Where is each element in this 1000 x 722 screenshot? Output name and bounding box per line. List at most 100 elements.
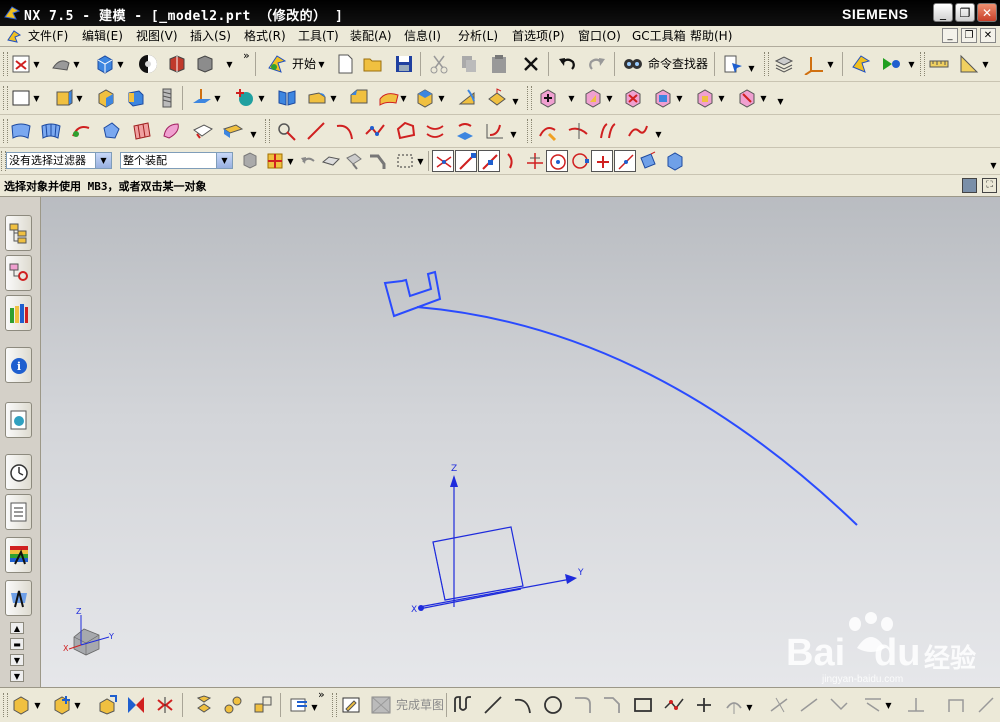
fit-view-icon[interactable]: ⛶ bbox=[982, 178, 997, 193]
orient-view-icon[interactable] bbox=[137, 53, 159, 75]
chevron-down-icon[interactable]: ▼ bbox=[330, 87, 337, 109]
thread-icon[interactable] bbox=[156, 87, 178, 109]
command-finder-label[interactable]: 命令查找器 bbox=[648, 53, 708, 75]
scroll-up-button[interactable]: ▲ bbox=[10, 622, 24, 634]
delete-face-icon[interactable] bbox=[622, 87, 644, 109]
move-component-icon[interactable] bbox=[96, 694, 118, 716]
constraint-navigator-tab[interactable] bbox=[5, 255, 32, 291]
section-view-icon[interactable] bbox=[166, 53, 188, 75]
thicken-icon[interactable] bbox=[222, 120, 244, 142]
profile-icon[interactable] bbox=[452, 694, 474, 716]
part-navigator-tab[interactable] bbox=[5, 295, 32, 331]
through-curves-icon[interactable] bbox=[10, 120, 32, 142]
chevron-down-icon[interactable]: ▼ bbox=[34, 694, 41, 716]
line-icon[interactable] bbox=[305, 120, 327, 142]
chevron-down-icon[interactable]: ▼ bbox=[400, 87, 407, 109]
toolbar-overflow-icon[interactable]: ▼ bbox=[990, 154, 997, 176]
new-part-icon[interactable] bbox=[10, 53, 32, 75]
roles-tab[interactable] bbox=[5, 580, 32, 616]
cut-icon[interactable] bbox=[428, 53, 450, 75]
copy-icon[interactable] bbox=[458, 53, 480, 75]
render-style-icon[interactable] bbox=[50, 53, 72, 75]
selection-scope-dropdown[interactable]: 整个装配 ▼ bbox=[120, 152, 233, 169]
edge-blend-icon[interactable] bbox=[306, 87, 328, 109]
feature-playback-icon[interactable] bbox=[850, 53, 872, 75]
make-corner-icon[interactable] bbox=[828, 694, 850, 716]
filter-settings-icon[interactable] bbox=[239, 150, 261, 172]
undo-icon[interactable] bbox=[556, 53, 578, 75]
menu-analysis[interactable]: 分析(L) bbox=[458, 28, 498, 44]
measure-angle-icon[interactable] bbox=[958, 53, 980, 75]
chevron-down-icon[interactable]: ▼ bbox=[417, 150, 424, 172]
mid-point-icon[interactable] bbox=[478, 150, 500, 172]
sketch-rectangle-icon[interactable] bbox=[632, 694, 654, 716]
project-curve-icon[interactable] bbox=[454, 120, 476, 142]
replace-face-icon[interactable] bbox=[652, 87, 674, 109]
synchronous-move-icon[interactable] bbox=[537, 87, 559, 109]
toolbar-grip[interactable] bbox=[920, 52, 925, 76]
delete-icon[interactable] bbox=[520, 53, 542, 75]
graphics-window[interactable]: Z Y X Z Y X Bai du 经验 jingyan-baidu.com bbox=[41, 197, 1000, 687]
cylinder-icon[interactable] bbox=[125, 87, 147, 109]
restore-button[interactable]: ❐ bbox=[955, 3, 975, 22]
quadrant-point-icon[interactable] bbox=[569, 150, 591, 172]
mdi-restore-button[interactable]: ❐ bbox=[961, 28, 977, 43]
chevron-down-icon[interactable]: ▼ bbox=[760, 87, 767, 109]
snap-point-toggle-icon[interactable] bbox=[432, 150, 454, 172]
datum-plane-icon[interactable] bbox=[191, 87, 213, 109]
datum-csys[interactable] bbox=[418, 475, 577, 611]
sketch-chamfer-icon[interactable] bbox=[601, 694, 623, 716]
collapse-button[interactable]: ▬ bbox=[10, 638, 24, 650]
chevron-down-icon[interactable]: ▼ bbox=[676, 87, 683, 109]
full-screen-icon[interactable] bbox=[962, 178, 977, 193]
arc-icon[interactable] bbox=[334, 120, 356, 142]
ruled-surface-icon[interactable] bbox=[131, 120, 153, 142]
new-component-icon[interactable] bbox=[51, 694, 73, 716]
mdi-minimize-button[interactable]: _ bbox=[942, 28, 958, 43]
mirror-assembly-icon[interactable] bbox=[154, 694, 176, 716]
pull-face-icon[interactable] bbox=[582, 87, 604, 109]
extrude-icon[interactable] bbox=[53, 87, 75, 109]
trim-body-icon[interactable] bbox=[456, 87, 478, 109]
toolbar-overflow-icon[interactable]: ▼ bbox=[777, 90, 784, 112]
shell-icon[interactable] bbox=[486, 87, 508, 109]
menu-edit[interactable]: 编辑(E) bbox=[82, 28, 123, 44]
sketch-line-icon[interactable] bbox=[482, 694, 504, 716]
system-materials-tab[interactable] bbox=[5, 494, 32, 530]
chevron-down-icon[interactable]: ▼ bbox=[885, 694, 892, 716]
constraint-options-icon[interactable] bbox=[975, 694, 997, 716]
swept-icon[interactable] bbox=[70, 120, 92, 142]
trim-curve-icon[interactable] bbox=[567, 120, 589, 142]
toolbar-overflow[interactable]: » bbox=[243, 45, 250, 67]
toolbar-grip[interactable] bbox=[764, 52, 769, 76]
chevron-down-icon[interactable]: ▼ bbox=[718, 87, 725, 109]
select-body-icon[interactable] bbox=[320, 150, 342, 172]
quick-trim-icon[interactable] bbox=[768, 694, 790, 716]
playback-run-icon[interactable] bbox=[880, 53, 902, 75]
menu-file[interactable]: 文件(F) bbox=[28, 28, 68, 44]
block-icon[interactable] bbox=[95, 87, 117, 109]
dimension-icon[interactable] bbox=[862, 694, 884, 716]
chevron-down-icon[interactable]: ▼ bbox=[226, 53, 233, 75]
sketch-fillet-icon[interactable] bbox=[572, 694, 594, 716]
sketch-circle-icon[interactable] bbox=[542, 694, 564, 716]
chevron-down-icon[interactable]: ▼ bbox=[73, 53, 80, 75]
studio-spline-icon[interactable] bbox=[364, 120, 386, 142]
web-browser-tab[interactable] bbox=[5, 402, 32, 438]
existing-point-icon[interactable] bbox=[591, 150, 613, 172]
finish-sketch-icon[interactable] bbox=[370, 694, 392, 716]
chevron-down-icon[interactable]: ▼ bbox=[606, 87, 613, 109]
type-filter-dropdown[interactable]: 没有选择过滤器 ▼ bbox=[6, 152, 112, 169]
history-tab[interactable] bbox=[5, 454, 32, 490]
clone-assembly-icon[interactable] bbox=[252, 694, 274, 716]
toolbar-grip[interactable] bbox=[527, 119, 532, 143]
assembly-constraints-icon[interactable] bbox=[125, 694, 147, 716]
chamfer-icon[interactable] bbox=[348, 87, 370, 109]
toolbar-grip[interactable] bbox=[265, 119, 270, 143]
chevron-down-icon[interactable]: ▼ bbox=[33, 87, 40, 109]
menu-preferences[interactable]: 首选项(P) bbox=[512, 28, 565, 44]
nx-app-icon[interactable] bbox=[4, 5, 21, 21]
control-point-icon[interactable] bbox=[502, 150, 524, 172]
point-on-curve-icon[interactable] bbox=[614, 150, 636, 172]
chevron-down-icon[interactable]: ▼ bbox=[748, 57, 755, 79]
